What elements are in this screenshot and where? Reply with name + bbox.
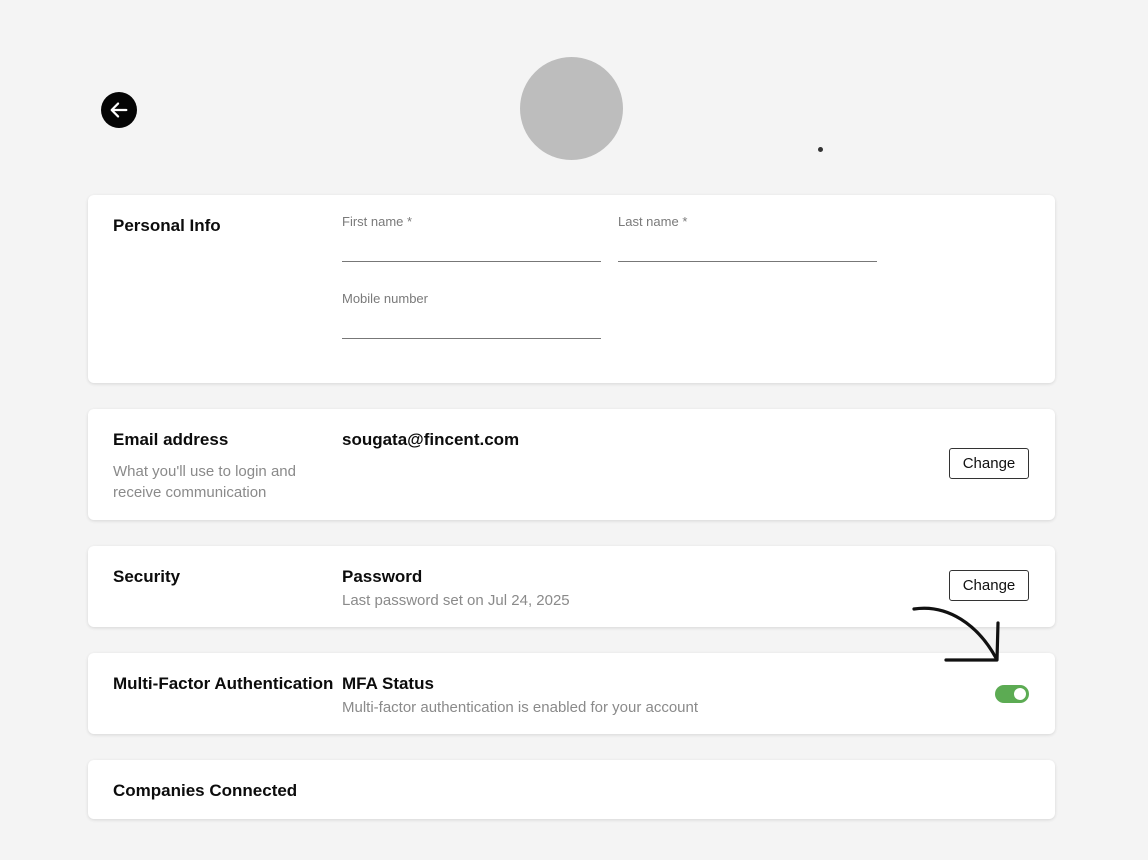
password-last-set: Last password set on Jul 24, 2025 xyxy=(342,592,570,609)
back-button[interactable] xyxy=(101,92,137,128)
last-name-input[interactable] xyxy=(618,235,877,262)
companies-title: Companies Connected xyxy=(113,781,298,800)
security-title: Security xyxy=(113,567,181,586)
last-name-label: Last name * xyxy=(618,214,688,229)
mobile-number-field: Mobile number xyxy=(342,291,601,339)
profile-settings-page: Personal Info First name * Last name * M… xyxy=(0,0,1148,860)
email-description: What you'll use to login and receive com… xyxy=(113,463,296,501)
email-card: Email address What you'll use to login a… xyxy=(88,409,1055,520)
mobile-number-input[interactable] xyxy=(342,312,601,339)
email-title: Email address xyxy=(113,430,229,449)
first-name-input[interactable] xyxy=(342,235,601,262)
first-name-label: First name * xyxy=(342,214,413,229)
change-password-button[interactable]: Change xyxy=(949,570,1029,601)
mfa-status-title: MFA Status xyxy=(342,674,434,693)
first-name-field: First name * xyxy=(342,214,601,262)
mfa-card: Multi-Factor Authentication MFA Status M… xyxy=(88,653,1055,734)
security-card: Security Password Last password set on J… xyxy=(88,546,1055,627)
change-email-button[interactable]: Change xyxy=(949,448,1029,479)
email-value: sougata@fincent.com xyxy=(342,430,520,449)
toggle-knob xyxy=(1014,688,1026,700)
mobile-number-label: Mobile number xyxy=(342,291,428,306)
dot-marker xyxy=(818,147,823,152)
mfa-toggle[interactable] xyxy=(995,685,1029,703)
personal-info-title: Personal Info xyxy=(113,216,221,235)
last-name-field: Last name * xyxy=(618,214,877,262)
arrow-left-icon xyxy=(110,102,128,118)
mfa-status-description: Multi-factor authentication is enabled f… xyxy=(342,699,699,716)
avatar[interactable] xyxy=(520,57,623,160)
mfa-title: Multi-Factor Authentication xyxy=(113,674,334,693)
password-title: Password xyxy=(342,567,423,586)
personal-info-card: Personal Info First name * Last name * M… xyxy=(88,195,1055,383)
companies-card: Companies Connected xyxy=(88,760,1055,819)
